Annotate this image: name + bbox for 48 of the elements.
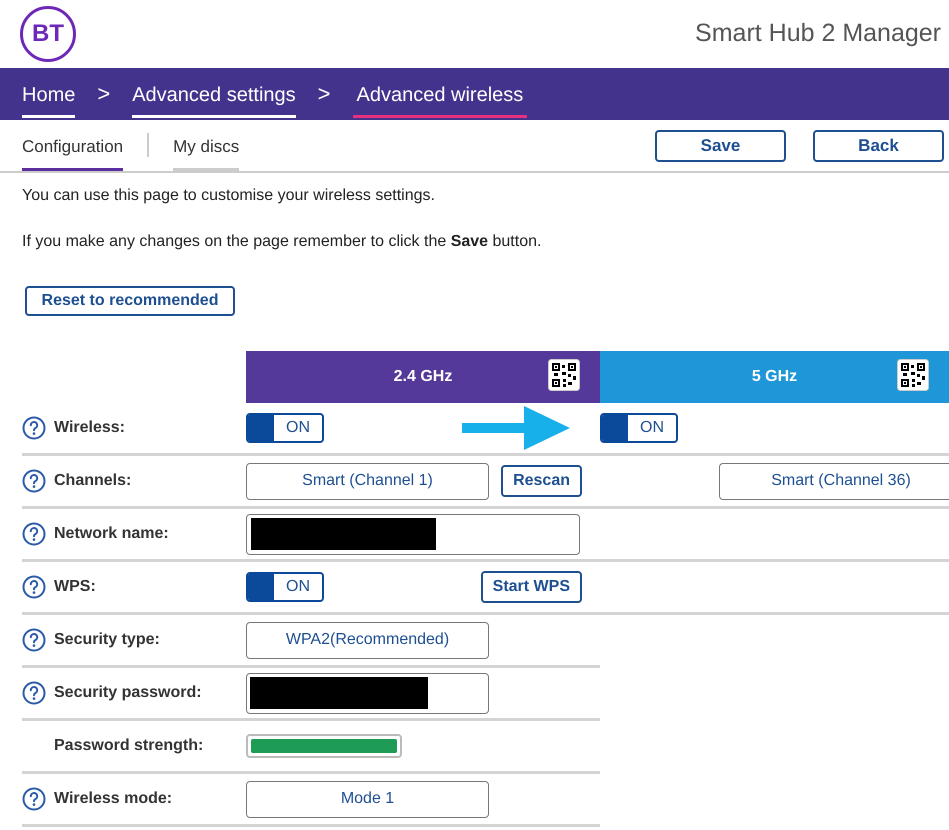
dropdown[interactable]: Mode 1 [246,780,489,818]
chevron-icon: > [97,77,110,120]
arrow-icon [462,406,572,450]
chevron-icon: > [318,77,331,120]
intro-text: You can use this page to customise your wireless settings. [21,186,436,206]
help-icon[interactable] [22,469,46,493]
logo: BT [20,6,76,62]
help-icon[interactable] [22,575,46,599]
qr-code-icon[interactable] [548,359,580,391]
setting-label: Wireless mode: [54,789,172,809]
setting-label: Password strength: [54,736,204,756]
dropdown[interactable]: Smart (Channel 1) [246,462,489,500]
help-icon[interactable] [22,416,46,440]
help-icon[interactable] [22,522,46,546]
band-label: 5 GHz [752,367,798,387]
band-label: 2.4 GHz [394,367,452,387]
qr-code-icon[interactable] [897,359,929,391]
setting-label: WPS: [54,577,96,597]
tab[interactable]: My discs [173,134,240,171]
app-title: Smart Hub 2 Manager [695,18,941,50]
toggle-state-label: ON [285,577,311,597]
toggle-switch[interactable]: ON [246,413,324,443]
toggle-switch[interactable]: ON [600,413,678,443]
toggle-state-label: ON [285,418,311,438]
setting-label: Channels: [54,471,132,491]
action-button[interactable]: Back [813,130,944,162]
tab[interactable]: Configuration [22,134,124,171]
toggle-state-label: ON [639,418,665,438]
action-button[interactable]: Save [655,130,786,162]
reset-button[interactable]: Reset to recommended [25,286,235,316]
setting-label: Security password: [54,683,202,703]
breadcrumb-link[interactable]: Home [22,80,76,118]
setting-label: Wireless: [54,418,125,438]
password-field[interactable] [246,672,489,714]
input-field[interactable] [246,514,580,554]
action-button[interactable]: Rescan [501,465,582,497]
breadcrumb-link[interactable]: Advanced wireless [352,80,528,118]
note-text: If you make any changes on the page remember to click the Save button. [21,232,542,252]
setting-label: Security type: [54,630,160,650]
action-button[interactable]: Start WPS [480,571,582,603]
breadcrumb-link[interactable]: Advanced settings [132,80,296,118]
dropdown[interactable]: Smart (Channel 36) [719,462,949,500]
toggle-switch[interactable]: ON [246,572,324,602]
setting-label: Network name: [54,524,169,544]
help-icon[interactable] [22,787,46,811]
help-icon[interactable] [22,628,46,652]
help-icon[interactable] [22,681,46,705]
dropdown[interactable]: WPA2(Recommended) [246,622,489,658]
